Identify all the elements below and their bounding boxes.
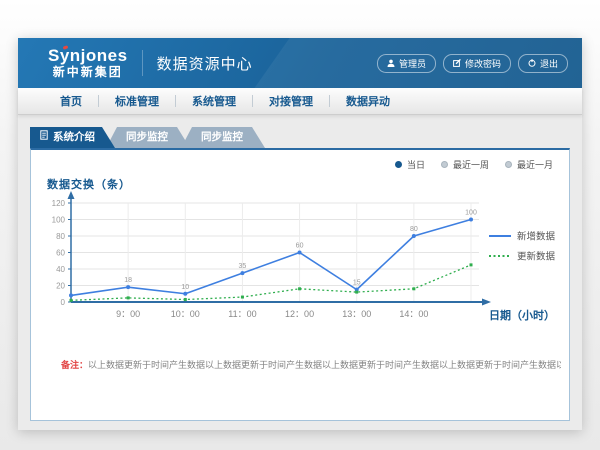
radio-selected-icon [395,161,402,168]
filter-label: 当日 [407,158,425,171]
header-divider [142,50,143,76]
data-point [70,299,73,302]
svg-text:0: 0 [61,298,66,307]
filter-label: 最近一月 [517,158,553,171]
tab-sync-monitor-2[interactable]: 同步监控 [181,127,265,148]
change-password-label: 修改密码 [465,57,501,70]
tab-label: 同步监控 [126,127,168,148]
svg-text:11：00: 11：00 [228,309,256,319]
admin-user-button[interactable]: 管理员 [377,54,436,73]
svg-text:12：00: 12：00 [285,309,314,319]
footnote: 备注：以上数据更新于时间产生数据以上数据更新于时间产生数据以上数据更新于时间产生… [61,358,561,371]
svg-text:80: 80 [410,226,418,233]
tab-sync-monitor-1[interactable]: 同步监控 [106,127,190,148]
document-icon [40,127,48,148]
nav-item-data-change[interactable]: 数据异动 [330,93,406,109]
change-password-button[interactable]: 修改密码 [443,54,511,73]
nav-item-standard-mgmt[interactable]: 标准管理 [99,93,175,109]
data-point [240,271,244,275]
svg-text:60: 60 [296,243,304,250]
filter-today[interactable]: 当日 [395,158,425,171]
svg-text:15: 15 [353,280,361,287]
svg-text:40: 40 [56,265,65,274]
logo-company-name: 新中新集团 [48,66,128,79]
data-point [355,291,358,294]
data-point [412,287,415,290]
svg-text:9：00: 9：00 [116,309,140,319]
data-point [241,296,244,299]
app-title: 数据资源中心 [157,53,253,74]
svg-text:14：00: 14：00 [399,309,428,319]
svg-text:80: 80 [56,232,65,241]
data-point [184,298,187,301]
user-icon [387,59,395,67]
svg-text:60: 60 [56,249,65,258]
edit-icon [453,59,461,67]
svg-text:18: 18 [124,277,132,284]
data-point [126,285,130,289]
logout-label: 退出 [540,57,558,70]
tab-label: 同步监控 [201,127,243,148]
svg-text:10: 10 [181,284,189,291]
user-actions: 管理员 修改密码 退出 [377,54,568,73]
footnote-prefix: 备注： [61,360,88,370]
data-point [470,263,473,266]
chart-x-axis-title: 日期（小时） [489,308,555,322]
filter-last-month[interactable]: 最近一月 [505,158,553,171]
logo-text: Synjones [48,47,128,66]
svg-text:20: 20 [56,282,65,291]
logout-button[interactable]: 退出 [518,54,568,73]
radio-unselected-icon [505,161,512,168]
tab-system-intro[interactable]: 系统介绍 [30,127,115,148]
company-logo: Synjones 新中新集团 [48,47,128,79]
data-point [298,287,301,290]
exchange-chart: 0 20 40 60 80 100 120 9：00 10：00 11：00 12：00 13：00 1… [31,190,569,342]
page-card: Synjones 新中新集团 数据资源中心 管理员 修改密码 [18,38,582,430]
svg-text:100: 100 [52,216,66,225]
svg-text:100: 100 [465,210,477,217]
radio-unselected-icon [441,161,448,168]
nav-item-interface-mgmt[interactable]: 对接管理 [253,93,329,109]
legend-label[interactable]: 更新数据 [517,251,556,263]
admin-user-label: 管理员 [399,57,426,70]
tab-label: 系统介绍 [53,127,95,148]
data-point [183,292,187,296]
data-point [412,234,416,238]
header: Synjones 新中新集团 数据资源中心 管理员 修改密码 [18,38,582,88]
data-point [469,218,473,222]
power-icon [528,59,536,67]
footnote-text: 以上数据更新于时间产生数据以上数据更新于时间产生数据以上数据更新于时间产生数据以… [88,360,561,370]
main-nav: 首页 标准管理 系统管理 对接管理 数据异动 [18,88,582,115]
svg-text:13：00: 13：00 [342,309,371,319]
filter-label: 最近一周 [453,158,489,171]
content-area: 系统介绍 同步监控 同步监控 当日 最近一周 [18,115,582,430]
chart-panel: 当日 最近一周 最近一月 数据交换（条） 0204060801001209：00… [30,148,570,421]
legend-label[interactable]: 新增数据 [517,231,556,243]
data-point [127,296,130,299]
nav-item-system-mgmt[interactable]: 系统管理 [176,93,252,109]
nav-item-home[interactable]: 首页 [44,93,98,109]
time-range-filters: 当日 最近一周 最近一月 [395,158,553,171]
svg-text:120: 120 [52,199,66,208]
tab-bar: 系统介绍 同步监控 同步监控 [30,127,582,148]
data-point [298,251,302,255]
svg-text:10：00: 10：00 [171,309,200,319]
data-point [69,293,73,297]
svg-text:35: 35 [239,263,247,270]
filter-last-week[interactable]: 最近一周 [441,158,489,171]
